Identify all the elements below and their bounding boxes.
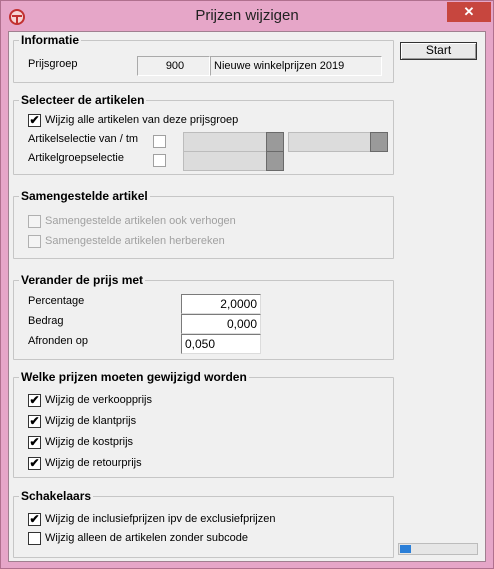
verander-group-title: Verander de prijs met [19, 273, 146, 287]
kostprijs-label: Wijzig de kostprijs [45, 436, 134, 448]
window-title: Prijzen wijzigen [195, 7, 299, 24]
schakelaars-group: Schakelaars ✔ Wijzig de inclusiefprijzen… [13, 489, 394, 558]
welke-group-title: Welke prijzen moeten gewijzigd worden [19, 370, 249, 384]
artikelgroepselectie-checkbox[interactable] [153, 154, 166, 167]
selecteer-group-title: Selecteer de artikelen [19, 93, 147, 107]
dialog-body: Informatie Prijsgroep 900 Nieuwe winkelp… [8, 31, 486, 562]
samengestelde-group-title: Samengestelde artikel [19, 189, 150, 203]
progress-bar [398, 543, 478, 555]
artikel-to-dropdown-button[interactable] [370, 132, 388, 152]
percentage-input[interactable] [181, 294, 261, 314]
afronden-label: Afronden op [28, 335, 88, 347]
samengestelde-recalc-checkbox[interactable] [28, 235, 41, 248]
samengestelde-group: Samengestelde artikel Samengestelde arti… [13, 189, 394, 259]
artikelgroepselectie-label: Artikelgroepselectie [28, 152, 124, 164]
bedrag-label: Bedrag [28, 315, 64, 327]
schakelaars-group-title: Schakelaars [19, 489, 94, 503]
artikelselectie-checkbox[interactable] [153, 135, 166, 148]
artikel-from-dropdown-button[interactable] [266, 132, 284, 152]
kostprijs-checkbox[interactable]: ✔ [28, 436, 41, 449]
klantprijs-checkbox[interactable]: ✔ [28, 415, 41, 428]
welke-group: Welke prijzen moeten gewijzigd worden ✔ … [13, 370, 394, 478]
artikel-from-select[interactable] [183, 132, 284, 152]
verkoopprijs-label: Wijzig de verkoopprijs [45, 394, 152, 406]
title-bar[interactable]: Prijzen wijzigen ✕ [1, 1, 493, 31]
bedrag-input[interactable] [181, 314, 261, 334]
samengestelde-raise-checkbox[interactable] [28, 215, 41, 228]
selecteer-group: Selecteer de artikelen ✔ Wijzig alle art… [13, 93, 394, 175]
progress-fill [400, 545, 411, 553]
verkoopprijs-checkbox[interactable]: ✔ [28, 394, 41, 407]
samengestelde-recalc-label: Samengestelde artikelen herbereken [45, 235, 225, 247]
verander-group: Verander de prijs met Percentage Bedrag … [13, 273, 394, 360]
window: Prijzen wijzigen ✕ Informatie Prijsgroep… [0, 0, 494, 569]
no-subcode-label: Wijzig alleen de artikelen zonder subcod… [45, 532, 249, 544]
prijsgroep-name-field: Nieuwe winkelprijzen 2019 [210, 56, 382, 76]
artikelgroep-dropdown-button[interactable] [266, 151, 284, 171]
inclusive-prices-label: Wijzig de inclusiefprijzen ipv de exclus… [45, 513, 276, 525]
samengestelde-raise-label: Samengestelde artikelen ook verhogen [45, 215, 236, 227]
retourprijs-label: Wijzig de retourprijs [45, 457, 142, 469]
informatie-group-title: Informatie [19, 33, 82, 47]
prijsgroep-label: Prijsgroep [28, 58, 78, 70]
start-button[interactable]: Start [400, 42, 477, 60]
artikelselectie-label: Artikelselectie van / tm [28, 133, 139, 145]
artikel-to-select[interactable] [288, 132, 388, 152]
informatie-group: Informatie Prijsgroep 900 Nieuwe winkelp… [13, 33, 394, 83]
close-button[interactable]: ✕ [447, 2, 491, 22]
all-articles-checkbox[interactable]: ✔ [28, 114, 41, 127]
retourprijs-checkbox[interactable]: ✔ [28, 457, 41, 470]
klantprijs-label: Wijzig de klantprijs [45, 415, 137, 427]
no-subcode-checkbox[interactable] [28, 532, 41, 545]
all-articles-label: Wijzig alle artikelen van deze prijsgroe… [45, 114, 239, 126]
afronden-input[interactable] [181, 334, 261, 354]
artikelgroep-select[interactable] [183, 151, 284, 171]
inclusive-prices-checkbox[interactable]: ✔ [28, 513, 41, 526]
prijsgroep-code-field: 900 [137, 56, 210, 76]
percentage-label: Percentage [28, 295, 85, 307]
